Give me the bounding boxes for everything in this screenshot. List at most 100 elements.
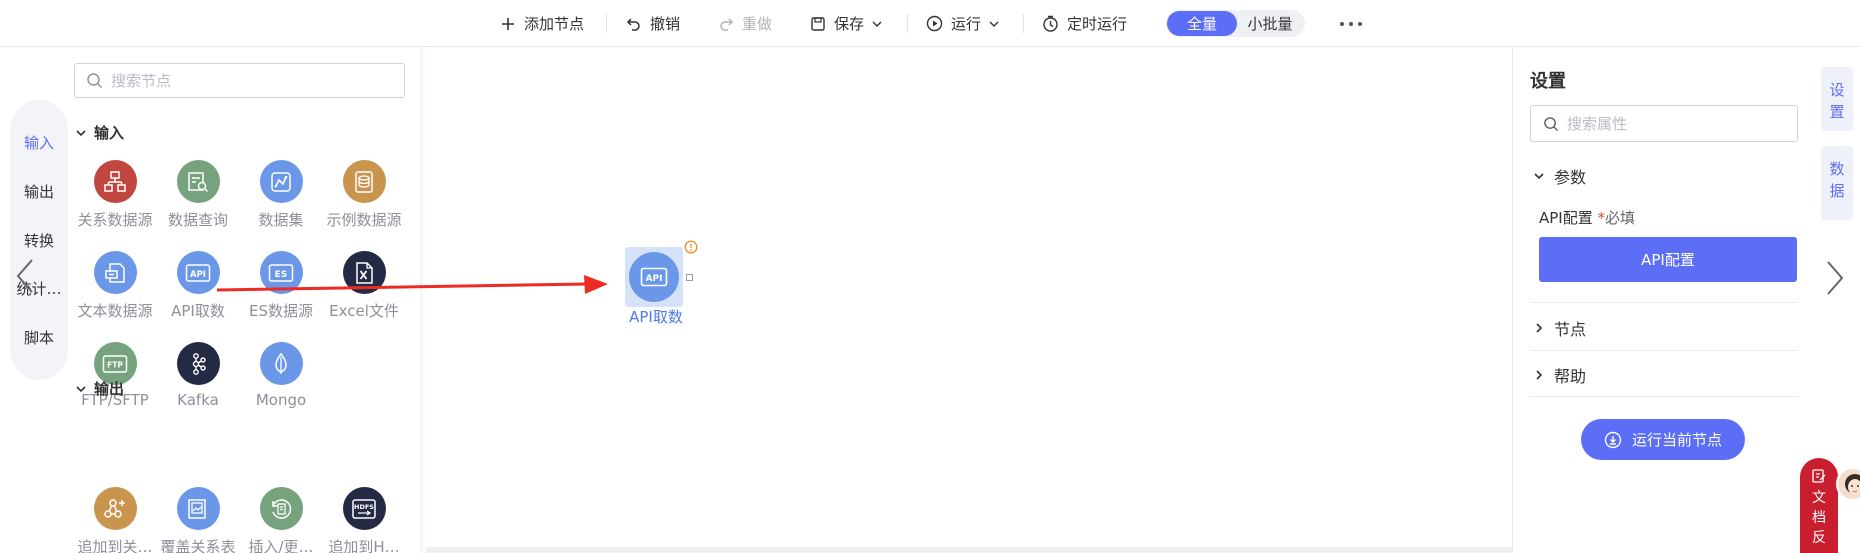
node-upsert[interactable]: 插入/更… [239, 487, 323, 553]
hdfs-icon: HDFS [342, 487, 386, 530]
assistant-avatar[interactable] [1836, 467, 1860, 501]
search-icon [87, 73, 102, 88]
node-label: 数据集 [258, 211, 304, 229]
section-divider [1530, 396, 1798, 397]
node-section-title: 节点 [1554, 320, 1587, 339]
chevron-right-icon[interactable] [1822, 258, 1848, 298]
node-label: Excel文件 [329, 302, 399, 320]
tab-data[interactable]: 数据 [1821, 146, 1853, 220]
scheduled-run-button[interactable]: 定时运行 [1042, 0, 1127, 47]
tab-data-label: 数据 [1829, 160, 1845, 200]
save-button[interactable]: 保存 [810, 0, 882, 47]
upsert-icon [259, 487, 303, 530]
more-options-icon[interactable] [1340, 15, 1362, 33]
section-output-header[interactable]: 输出 [76, 378, 124, 399]
node-append-relational[interactable]: 追加到关… [73, 487, 157, 553]
play-icon [926, 15, 943, 32]
category-transform[interactable]: 转换 [10, 230, 68, 251]
toolbar-divider [1023, 14, 1024, 33]
add-node-button[interactable]: 添加节点 [500, 0, 584, 47]
overwrite-table-icon [176, 487, 220, 530]
help-section-title: 帮助 [1554, 367, 1587, 386]
doc-feedback-button[interactable]: 文档反 [1800, 458, 1838, 553]
svg-text:ES: ES [275, 270, 288, 280]
node-excel[interactable]: Excel文件 [322, 251, 406, 321]
avatar-illustration [1845, 474, 1860, 495]
plus-icon [502, 17, 514, 30]
help-section-header[interactable]: 帮助 [1534, 363, 1586, 387]
svg-text:FTP: FTP [107, 360, 123, 369]
node-hdfs[interactable]: HDFS 追加到H… [322, 487, 406, 553]
node-label: 数据查询 [167, 211, 228, 229]
category-script[interactable]: 脚本 [10, 327, 68, 348]
node-overwrite-table[interactable]: 覆盖关系表 [156, 487, 240, 553]
node-label: 追加到H… [328, 538, 400, 553]
add-node-label: 添加节点 [524, 15, 585, 33]
download-circle-icon [1604, 431, 1622, 448]
save-icon [811, 16, 825, 31]
node-label: Mongo [255, 391, 307, 409]
warning-icon[interactable] [684, 240, 698, 254]
api-config-field-label: API配置 *必填 [1539, 207, 1635, 228]
feedback-label: 文档反 [1812, 490, 1826, 546]
required-text: 必填 [1605, 209, 1636, 227]
api-config-button[interactable]: API配置 [1539, 237, 1797, 282]
run-mode-toggle: 全量 小批量 [1166, 10, 1305, 37]
redo-button[interactable]: 重做 [718, 0, 772, 47]
run-current-node-label: 运行当前节点 [1631, 431, 1722, 449]
node-data-query[interactable]: 数据查询 [156, 160, 240, 230]
category-input[interactable]: 输入 [10, 132, 68, 153]
node-sample-db[interactable]: 示例数据源 [322, 160, 406, 230]
node-label: 关系数据源 [77, 211, 153, 229]
mode-small-batch-option[interactable]: 小批量 [1237, 11, 1303, 36]
node-dataset[interactable]: 数据集 [239, 160, 323, 230]
chevron-down-icon [989, 21, 999, 27]
es-icon: ES [259, 251, 303, 294]
canvas-horizontal-scrollbar[interactable] [426, 547, 1512, 553]
node-output-port[interactable] [686, 274, 693, 281]
section-input-header[interactable]: 输入 [76, 122, 124, 143]
api-icon: API [629, 252, 679, 302]
node-label: 追加到关… [77, 538, 153, 553]
tab-settings-label: 设置 [1829, 81, 1845, 121]
mongo-leaf-icon [259, 342, 303, 385]
chevron-down-icon [76, 385, 86, 392]
category-output[interactable]: 输出 [10, 181, 68, 202]
api-icon: API [176, 251, 220, 294]
undo-button[interactable]: 撤销 [626, 0, 680, 47]
node-search-input[interactable] [111, 71, 391, 90]
canvas-node-api[interactable]: API [625, 247, 683, 307]
node-es[interactable]: ES ES数据源 [239, 251, 323, 321]
flow-canvas[interactable] [426, 47, 1512, 547]
section-input-title: 输入 [94, 124, 125, 142]
redo-icon [720, 17, 734, 31]
property-search-input[interactable] [1567, 114, 1787, 133]
save-label: 保存 [834, 15, 865, 33]
node-relational-db[interactable]: 关系数据源 [73, 160, 157, 230]
top-toolbar: 添加节点 撤销 重做 保存 运行 定时运行 全量 小批量 [0, 0, 1860, 47]
node-label: API取数 [171, 302, 225, 320]
svg-text:API: API [190, 270, 206, 280]
svg-text:HDFS: HDFS [354, 503, 374, 511]
mode-full-option[interactable]: 全量 [1167, 11, 1237, 36]
node-section-header[interactable]: 节点 [1534, 316, 1586, 340]
settings-panel: 设置 参数 API配置 *必填 API配置 节点 帮助 运行当前节点 [1512, 47, 1810, 553]
search-icon [1544, 116, 1559, 131]
run-current-node-button[interactable]: 运行当前节点 [1581, 419, 1745, 460]
chevron-right-icon [1536, 370, 1543, 380]
api-config-label: API配置 [1539, 209, 1593, 227]
node-mongo[interactable]: Mongo [239, 342, 323, 409]
undo-label: 撤销 [650, 15, 681, 33]
chevron-down-icon [872, 21, 882, 27]
category-rail: 输入 输出 转换 统计… 脚本 [10, 100, 68, 380]
node-kafka[interactable]: Kafka [156, 342, 240, 409]
run-button[interactable]: 运行 [926, 0, 999, 47]
node-api[interactable]: API API取数 [156, 251, 240, 321]
node-label: Kafka [177, 391, 219, 409]
relational-db-icon [93, 160, 137, 203]
tab-settings[interactable]: 设置 [1821, 67, 1853, 131]
chevron-left-icon[interactable] [12, 256, 38, 296]
dataset-icon [259, 160, 303, 203]
params-section-header[interactable]: 参数 [1534, 164, 1586, 188]
node-text-file[interactable]: 文本数据源 [73, 251, 157, 321]
